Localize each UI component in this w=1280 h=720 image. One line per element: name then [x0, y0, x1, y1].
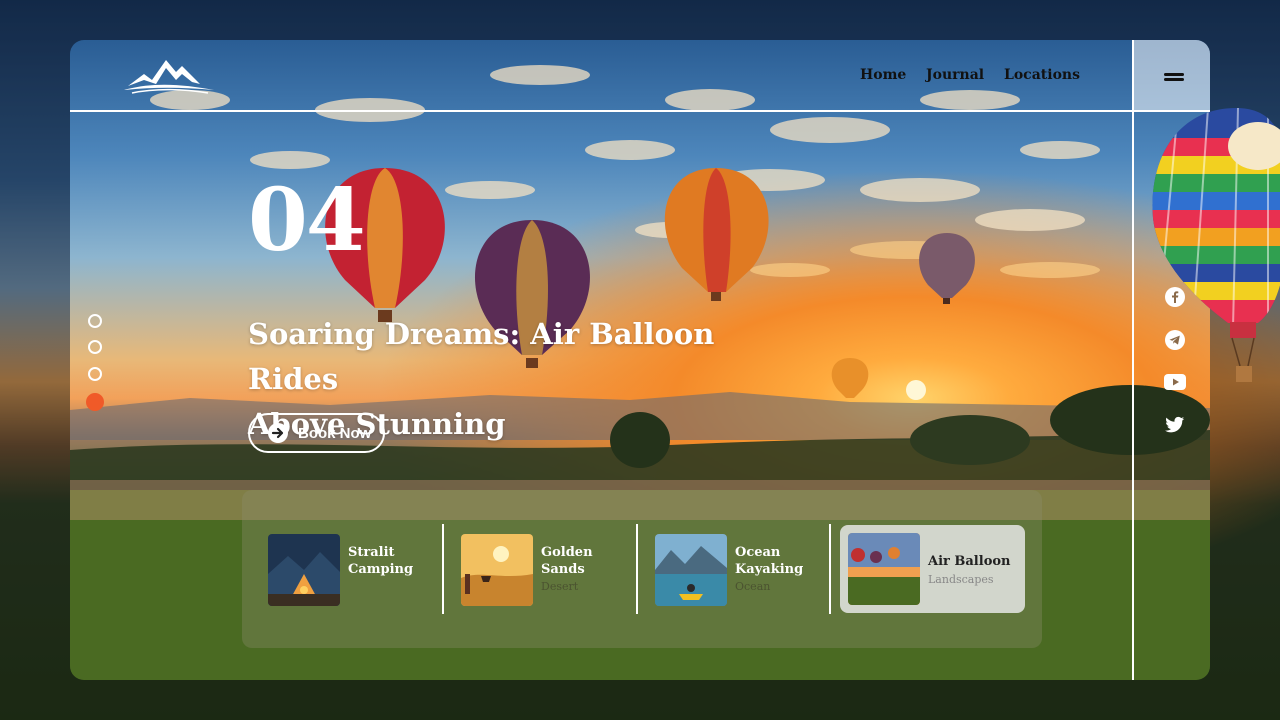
nav-journal[interactable]: Journal — [926, 67, 984, 83]
nav-home[interactable]: Home — [860, 67, 906, 83]
mountain-logo[interactable] — [122, 52, 216, 96]
slider-dot-4[interactable] — [86, 393, 104, 411]
destination-card-camping[interactable]: Stralit Camping — [268, 534, 448, 606]
camping-thumbnail — [268, 534, 340, 606]
air-balloon-thumbnail — [848, 533, 920, 605]
card-divider — [636, 524, 638, 614]
slide-number: 04 — [248, 170, 366, 271]
slider-dot-2[interactable] — [88, 340, 102, 354]
arrow-right-icon — [268, 423, 288, 443]
destination-category: Landscapes — [928, 573, 994, 586]
destination-card-golden-sands[interactable]: Golden Sands Desert — [461, 534, 641, 606]
twitter-icon[interactable] — [1164, 414, 1186, 436]
header-divider — [70, 110, 1210, 112]
destination-title: Golden Sands — [541, 545, 593, 577]
destination-title: Ocean Kayaking — [735, 545, 804, 577]
foreground-balloon — [1152, 108, 1280, 382]
sidebar-divider — [1132, 40, 1134, 680]
destination-category: Ocean — [735, 580, 771, 593]
desert-thumbnail — [461, 534, 533, 606]
book-now-button[interactable]: Book Now — [248, 413, 385, 453]
destination-card-ocean-kayaking[interactable]: Ocean Kayaking Ocean — [655, 534, 835, 606]
destination-card-air-balloon[interactable]: Air Balloon Landscapes — [840, 525, 1025, 613]
card-divider — [829, 524, 831, 614]
destination-category: Desert — [541, 580, 579, 593]
headline-line-1: Soaring Dreams: Air Balloon Rides — [248, 317, 715, 396]
slider-dot-3[interactable] — [88, 367, 102, 381]
hamburger-menu-icon[interactable] — [1164, 73, 1184, 81]
destinations-strip: Stralit Camping Golden Sands Desert Ocean K… — [242, 490, 1042, 648]
kayak-thumbnail — [655, 534, 727, 606]
book-now-label: Book Now — [298, 424, 372, 442]
hero-card: Home Journal Locations 04 Soaring Dreams… — [70, 40, 1210, 680]
card-divider — [442, 524, 444, 614]
destination-title: Stralit Camping — [348, 545, 414, 577]
destination-title: Air Balloon — [928, 554, 1011, 569]
nav-locations[interactable]: Locations — [1004, 67, 1080, 83]
slider-dot-1[interactable] — [88, 314, 102, 328]
